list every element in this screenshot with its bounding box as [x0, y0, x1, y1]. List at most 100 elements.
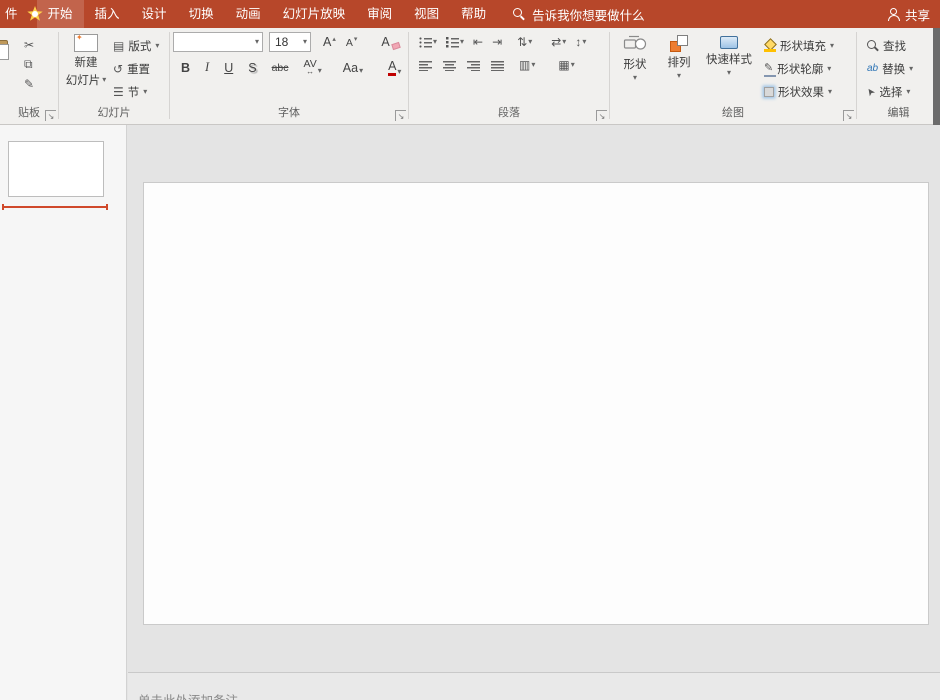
chevron-down-icon: ▾: [155, 40, 160, 50]
find-button[interactable]: 查找: [864, 35, 916, 56]
select-button[interactable]: ➤ 选择 ▾: [864, 81, 916, 102]
align-left-button[interactable]: [416, 58, 435, 73]
columns-button[interactable]: ▥ ▾: [516, 57, 538, 73]
align-right-button[interactable]: [464, 58, 483, 73]
font-group-label: 字体 ↘: [170, 107, 408, 124]
tab-review[interactable]: 审阅: [356, 0, 403, 28]
bullets-button[interactable]: ▾: [416, 35, 440, 50]
find-icon: [867, 39, 879, 52]
font-color-icon: A: [388, 60, 397, 76]
chevron-down-icon: ▾: [828, 86, 833, 96]
shrink-font-icon: A: [345, 37, 353, 49]
justify-button[interactable]: [488, 58, 507, 73]
layout-button[interactable]: ▤ 版式 ▾: [110, 35, 162, 56]
section-button[interactable]: ☰ 节 ▾: [110, 81, 162, 102]
font-dialog-launcher[interactable]: ↘: [395, 110, 406, 121]
align-text-button[interactable]: ↕ ▾: [572, 34, 589, 50]
shape-effects-button[interactable]: 形状效果 ▾: [761, 81, 837, 102]
quick-styles-label: 快速样式: [706, 54, 752, 66]
tab-insert[interactable]: 插入: [84, 0, 131, 28]
chevron-down-icon: ▾: [562, 37, 567, 46]
shape-fill-icon: [764, 40, 776, 52]
tell-me-search[interactable]: 告诉我你想要做什么: [513, 5, 645, 24]
share-button[interactable]: 共享: [887, 5, 930, 24]
font-color-button[interactable]: A ▾: [384, 59, 405, 77]
tab-file[interactable]: 件: [0, 0, 27, 28]
character-spacing-icon: AV ↔: [304, 59, 317, 76]
chevron-down-icon: ▾: [582, 37, 587, 46]
quick-styles-button[interactable]: 快速样式 ▾: [701, 32, 757, 107]
character-spacing-button[interactable]: AV ↔ ▾: [300, 59, 326, 76]
font-name-combo[interactable]: ▾: [173, 32, 263, 52]
slide-canvas[interactable]: [143, 182, 929, 625]
smartart-icon: ▦: [558, 58, 570, 72]
tab-help[interactable]: 帮助: [450, 0, 497, 28]
drawing-group-label: 绘图 ↘: [610, 107, 856, 124]
decrease-indent-button[interactable]: ⇤: [470, 34, 486, 50]
ribbon-group-paragraph: ▾ ▾ ⇤ ⇥ ⇅ ▾ ⇄ ▾ ↕ ▾ ▥ ▾ ▦ ▾ 段落 ↘: [409, 28, 609, 124]
shape-fill-label: 形状填充: [780, 40, 826, 53]
chevron-down-icon: ▾: [433, 37, 438, 46]
tab-slideshow[interactable]: 幻灯片放映: [272, 0, 357, 28]
tab-design[interactable]: 设计: [131, 0, 178, 28]
chevron-down-icon: ▾: [143, 86, 148, 96]
clipboard-buttons: ✂ ⧉ ✎: [24, 32, 34, 107]
arrange-button[interactable]: 排列 ▾: [657, 32, 701, 107]
tab-animations[interactable]: 动画: [225, 0, 272, 28]
align-left-icon: [419, 59, 432, 71]
replace-icon: ab: [867, 63, 879, 74]
text-shadow-button[interactable]: S: [244, 60, 260, 76]
paragraph-dialog-launcher[interactable]: ↘: [596, 110, 607, 121]
slide-thumbnail-panel[interactable]: [0, 125, 127, 700]
tab-transitions[interactable]: 切换: [178, 0, 225, 28]
search-icon: [513, 8, 525, 20]
paste-icon[interactable]: [0, 40, 9, 60]
increase-font-size-button[interactable]: A ▴: [319, 34, 340, 50]
section-label: 节: [127, 86, 140, 99]
titlebar: 件 开始 插入 设计 切换 动画 幻灯片放映 审阅 视图 帮助 告诉我你想要做什…: [0, 0, 940, 28]
shapes-label: 形状: [623, 59, 647, 71]
convert-to-smartart-button[interactable]: ▦ ▾: [555, 57, 577, 73]
tab-view[interactable]: 视图: [403, 0, 450, 28]
drawing-dialog-launcher[interactable]: ↘: [843, 110, 854, 121]
shape-fill-button[interactable]: 形状填充 ▾: [761, 35, 837, 56]
shape-effects-label: 形状效果: [778, 86, 824, 99]
chevron-down-icon: ▾: [102, 75, 107, 84]
change-case-button[interactable]: Aa ▾: [339, 60, 367, 76]
numbering-button[interactable]: ▾: [443, 35, 467, 50]
select-pointer-icon: ➤: [864, 84, 879, 99]
increase-indent-button[interactable]: ⇥: [489, 34, 505, 50]
strikethrough-button[interactable]: abc: [268, 61, 293, 75]
chevron-down-icon: ▾: [570, 60, 575, 69]
tab-home[interactable]: 开始: [36, 0, 84, 28]
clear-formatting-icon: A: [381, 35, 390, 49]
align-center-icon: [443, 59, 456, 71]
text-direction-button[interactable]: ⇄ ▾: [548, 34, 569, 50]
replace-button[interactable]: ab 替换 ▾: [864, 58, 916, 79]
chevron-down-icon: ▾: [676, 71, 681, 80]
underline-button[interactable]: U: [220, 60, 237, 76]
bold-button[interactable]: B: [177, 60, 194, 76]
shape-outline-button[interactable]: ✎ 形状轮廓 ▾: [761, 58, 837, 79]
drawing-label-text: 绘图: [722, 107, 744, 119]
format-painter-icon[interactable]: ✎: [24, 77, 34, 91]
shapes-button[interactable]: 形状 ▾: [613, 32, 657, 107]
clear-formatting-button[interactable]: A: [377, 34, 393, 50]
line-spacing-button[interactable]: ⇅ ▾: [514, 34, 535, 50]
clipboard-dialog-launcher[interactable]: ↘: [45, 110, 56, 121]
cut-icon[interactable]: ✂: [24, 38, 34, 52]
ribbon-group-clipboard: ✂ ⧉ ✎ 贴板 ↘: [0, 28, 58, 124]
reset-button[interactable]: ↺ 重置: [110, 58, 162, 79]
decrease-font-size-button[interactable]: A ▾: [342, 34, 362, 50]
new-slide-button[interactable]: 新建 幻灯片 ▾: [62, 32, 110, 107]
chevron-down-icon: ▾: [359, 65, 364, 75]
align-center-button[interactable]: [440, 58, 459, 73]
font-size-combo[interactable]: 18 ▾: [269, 32, 311, 52]
notes-pane[interactable]: 单击此处添加备注: [128, 672, 940, 700]
powerpoint-window: 件 开始 插入 设计 切换 动画 幻灯片放映 审阅 视图 帮助 告诉我你想要做什…: [0, 0, 940, 700]
italic-button[interactable]: I: [201, 59, 213, 76]
clipboard-content: ✂ ⧉ ✎: [0, 28, 58, 107]
copy-icon[interactable]: ⧉: [24, 57, 34, 72]
slide-thumbnail[interactable]: [8, 141, 104, 197]
chevron-down-icon: ▾: [302, 37, 307, 46]
